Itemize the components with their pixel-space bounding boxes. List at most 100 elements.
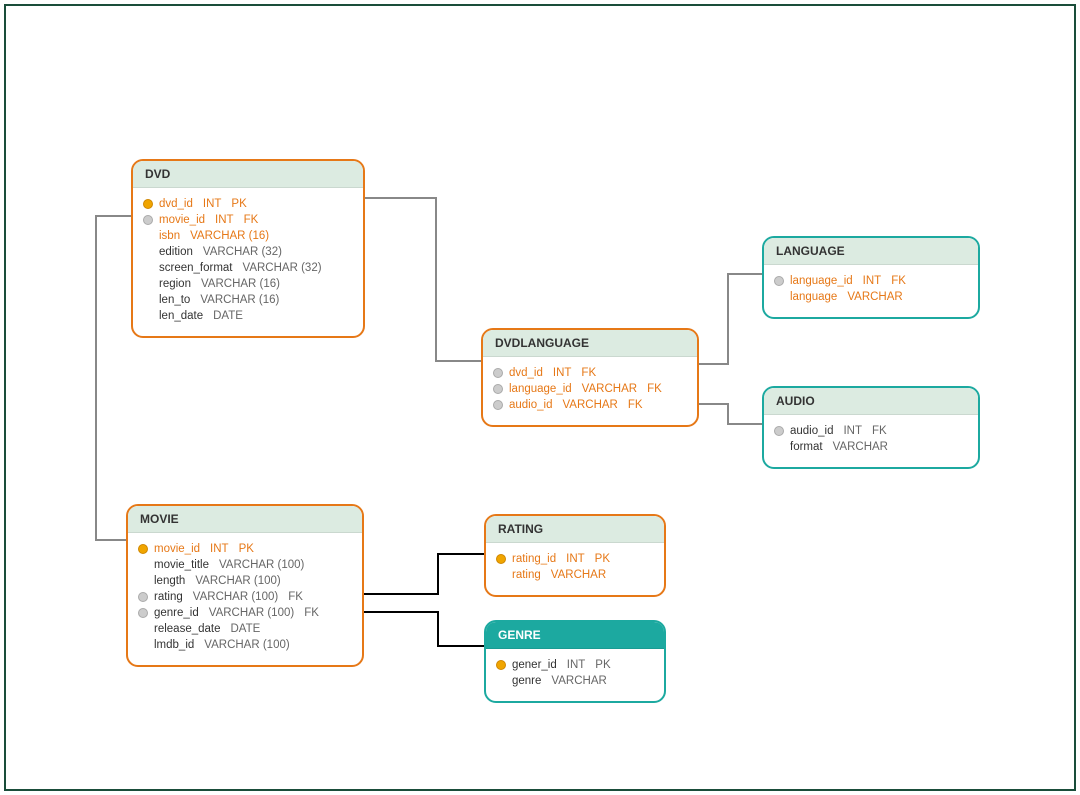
column-type: VARCHAR (32) bbox=[243, 262, 322, 274]
column-type: VARCHAR bbox=[562, 399, 617, 411]
entity-rating[interactable]: RATING rating_id INT PK rating VARCHAR bbox=[484, 514, 666, 597]
foreign-key-icon bbox=[493, 400, 503, 410]
column-row: screen_format VARCHAR (32) bbox=[143, 260, 353, 276]
entity-header: MOVIE bbox=[128, 506, 362, 533]
column-type: VARCHAR (32) bbox=[203, 246, 282, 258]
column-type: VARCHAR bbox=[833, 441, 888, 453]
foreign-key-icon bbox=[493, 368, 503, 378]
column-constraint: FK bbox=[891, 275, 906, 287]
column-type: VARCHAR (16) bbox=[190, 230, 269, 242]
column-type: INT bbox=[553, 367, 572, 379]
column-constraint: FK bbox=[288, 591, 303, 603]
column-name: genre bbox=[512, 675, 541, 687]
foreign-key-icon bbox=[774, 276, 784, 286]
column-name: audio_id bbox=[790, 425, 833, 437]
column-name: movie_title bbox=[154, 559, 209, 571]
primary-key-icon bbox=[496, 554, 506, 564]
column-constraint: PK bbox=[595, 553, 610, 565]
entity-body: rating_id INT PK rating VARCHAR bbox=[486, 543, 664, 595]
column-type: INT bbox=[210, 543, 229, 555]
column-type: VARCHAR bbox=[551, 569, 606, 581]
column-type: VARCHAR (100) bbox=[219, 559, 304, 571]
column-name: edition bbox=[159, 246, 193, 258]
entity-dvdlanguage[interactable]: DVDLANGUAGE dvd_id INT FK language_id VARCHA… bbox=[481, 328, 699, 427]
column-type: INT bbox=[215, 214, 234, 226]
column-name: length bbox=[154, 575, 185, 587]
column-name: rating bbox=[154, 591, 183, 603]
entity-dvd[interactable]: DVD dvd_id INT PK movie_idINTFKisbn VARCHAR … bbox=[131, 159, 365, 338]
primary-key-icon bbox=[138, 544, 148, 554]
column-type: VARCHAR (16) bbox=[200, 294, 279, 306]
column-type: DATE bbox=[213, 310, 243, 322]
primary-key-icon bbox=[496, 660, 506, 670]
column-name: rating_id bbox=[512, 553, 556, 565]
column-row: audio_id INT FK bbox=[774, 423, 968, 439]
column-row: length VARCHAR (100) bbox=[138, 573, 352, 589]
entity-header: GENRE bbox=[486, 622, 664, 649]
column-constraint: FK bbox=[872, 425, 887, 437]
column-constraint: FK bbox=[304, 607, 319, 619]
column-name: screen_format bbox=[159, 262, 233, 274]
column-type: VARCHAR (100) bbox=[204, 639, 289, 651]
column-name: dvd_id bbox=[159, 198, 193, 210]
entity-header: DVDLANGUAGE bbox=[483, 330, 697, 357]
column-name: language_id bbox=[509, 383, 572, 395]
column-row: movie_idINTFK bbox=[143, 212, 353, 228]
column-row: rating VARCHAR bbox=[496, 567, 654, 583]
foreign-key-icon bbox=[493, 384, 503, 394]
column-row: gener_idINTPK bbox=[496, 657, 654, 673]
column-row: format VARCHAR bbox=[774, 439, 968, 455]
column-name: len_to bbox=[159, 294, 190, 306]
column-name: genre_id bbox=[154, 607, 199, 619]
column-type: VARCHAR (100) bbox=[195, 575, 280, 587]
column-type: VARCHAR (16) bbox=[201, 278, 280, 290]
column-name: len_date bbox=[159, 310, 203, 322]
column-type: VARCHAR bbox=[582, 383, 637, 395]
column-row: audio_idVARCHARFK bbox=[493, 397, 687, 413]
column-type: VARCHAR (100) bbox=[209, 607, 294, 619]
primary-key-icon bbox=[143, 199, 153, 209]
entity-genre[interactable]: GENRE gener_idINTPKgenre VARCHAR bbox=[484, 620, 666, 703]
column-type: INT bbox=[843, 425, 862, 437]
column-name: language bbox=[790, 291, 837, 303]
column-constraint: FK bbox=[628, 399, 643, 411]
column-name: movie_id bbox=[154, 543, 200, 555]
column-row: len_date DATE bbox=[143, 308, 353, 324]
column-row: release_dateDATE bbox=[138, 621, 352, 637]
column-name: dvd_id bbox=[509, 367, 543, 379]
column-row: len_to VARCHAR (16) bbox=[143, 292, 353, 308]
column-row: languageVARCHAR bbox=[774, 289, 968, 305]
entity-header: RATING bbox=[486, 516, 664, 543]
entity-body: language_id INT FK languageVARCHAR bbox=[764, 265, 978, 317]
entity-audio[interactable]: AUDIO audio_idINTFKformatVARCHAR bbox=[762, 386, 980, 469]
column-name: isbn bbox=[159, 230, 180, 242]
column-row: edition VARCHAR (32) bbox=[143, 244, 353, 260]
entity-body: movie_idINTPKmovie_titleVARCHAR (100)len… bbox=[128, 533, 362, 665]
column-type: VARCHAR bbox=[551, 675, 606, 687]
entity-movie[interactable]: MOVIE movie_id INT PK movie_title VARCHAR (1… bbox=[126, 504, 364, 667]
column-row: lmdb_idVARCHAR (100) bbox=[138, 637, 352, 653]
entity-body: dvd_idINTFKlanguage_idVARCHARFKaudio_idV… bbox=[483, 357, 697, 425]
column-constraint: PK bbox=[239, 543, 254, 555]
column-type: INT bbox=[566, 553, 585, 565]
column-row: genre VARCHAR bbox=[496, 673, 654, 689]
foreign-key-icon bbox=[138, 608, 148, 618]
column-name: language_id bbox=[790, 275, 853, 287]
column-row: rating_id INT PK bbox=[496, 551, 654, 567]
column-type: INT bbox=[567, 659, 586, 671]
column-name: release_date bbox=[154, 623, 221, 635]
column-name: region bbox=[159, 278, 191, 290]
column-name: rating bbox=[512, 569, 541, 581]
entity-body: audio_id INT FK format VARCHAR bbox=[764, 415, 978, 467]
entity-body: dvd_id INT PK movie_idINTFKisbn VARCHAR (16)… bbox=[133, 188, 363, 336]
column-type: VARCHAR (100) bbox=[193, 591, 278, 603]
entity-body: gener_idINTPKgenre VARCHAR bbox=[486, 649, 664, 701]
column-type: INT bbox=[863, 275, 882, 287]
column-constraint: PK bbox=[231, 198, 246, 210]
foreign-key-icon bbox=[143, 215, 153, 225]
column-constraint: FK bbox=[581, 367, 596, 379]
foreign-key-icon bbox=[138, 592, 148, 602]
column-name: format bbox=[790, 441, 823, 453]
entity-header: DVD bbox=[133, 161, 363, 188]
entity-language[interactable]: LANGUAGE language_idINTFKlanguageVARCHAR bbox=[762, 236, 980, 319]
